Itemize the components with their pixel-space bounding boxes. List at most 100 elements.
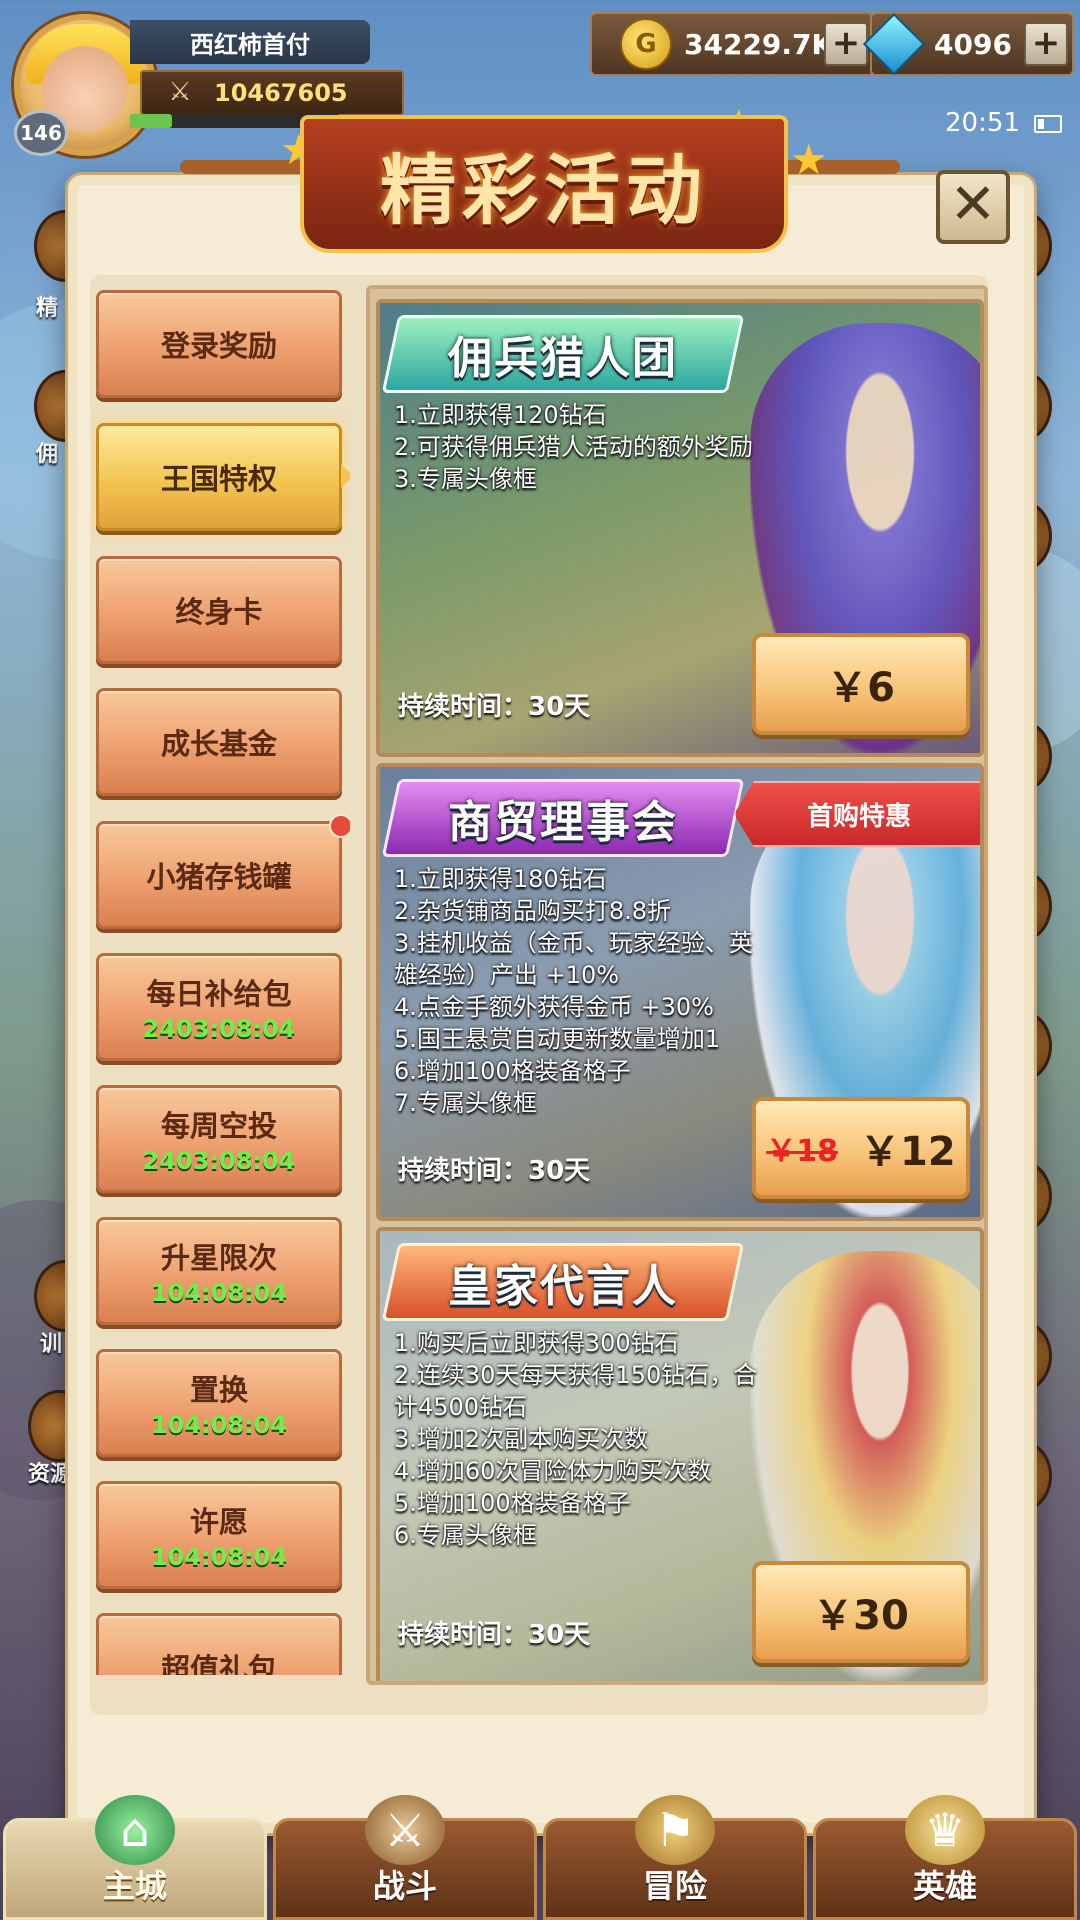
menu-item-label: 许愿 <box>189 1505 248 1539</box>
add-gold-button[interactable]: + <box>824 22 868 66</box>
menu-item-timer: 2403:08:04 <box>142 1015 296 1043</box>
notification-dot <box>329 814 350 838</box>
battery-icon <box>1034 115 1062 133</box>
benefit-item: 6.专属头像框 <box>394 1521 537 1549</box>
player-level-badge: 146 <box>14 110 68 156</box>
card-title-banner: 皇家代言人 <box>381 1243 745 1321</box>
menu-item-exchange[interactable]: 置换 104:08:04 <box>96 1349 342 1457</box>
menu-item-weekly-airdrop[interactable]: 每周空投 2403:08:04 <box>96 1085 342 1193</box>
privilege-card: 商贸理事会 首购特惠 1.立即获得180钻石 2.杂货铺商品购买打8.8折 3.… <box>376 763 984 1221</box>
buy-button[interactable]: ￥18 ￥12 <box>752 1097 970 1199</box>
benefit-item: 1.立即获得180钻石 <box>394 865 607 893</box>
menu-item-timer: 2403:08:04 <box>142 1147 296 1175</box>
benefit-item: 5.增加100格装备格子 <box>394 1489 631 1517</box>
menu-item-label: 超值礼包 <box>160 1652 277 1675</box>
duration-text: 持续时间：30天 <box>398 1156 591 1186</box>
menu-item-timer: 104:08:04 <box>150 1279 288 1307</box>
benefit-item: 计4500钻石 <box>394 1393 528 1421</box>
menu-item-label: 王国特权 <box>160 462 277 496</box>
benefit-item: 3.专属头像框 <box>394 465 537 493</box>
tab-hero[interactable]: ♛ 英雄 <box>813 1795 1077 1920</box>
benefit-item: 5.国王悬赏自动更新数量增加1 <box>394 1025 721 1053</box>
card-title-banner: 佣兵猎人团 <box>381 315 745 393</box>
benefit-item: 4.增加60次冒险体力购买次数 <box>394 1457 712 1485</box>
tab-adventure[interactable]: ⚑ 冒险 <box>543 1795 807 1920</box>
menu-item-label: 升星限次 <box>160 1241 277 1275</box>
menu-item-label: 登录奖励 <box>160 329 277 363</box>
bottom-nav: ⌂ 主城 ⚔ 战斗 ⚑ 冒险 ♛ 英雄 <box>0 1795 1080 1920</box>
menu-item-wish[interactable]: 许愿 104:08:04 <box>96 1481 342 1589</box>
player-name: 西红柿首付 <box>130 20 370 64</box>
peek-label-left-3: 训 <box>40 1332 63 1357</box>
dialog-title: 精彩活动 <box>380 146 708 235</box>
peek-label-left-1: 精 <box>36 296 59 321</box>
menu-item-login-reward[interactable]: 登录奖励 <box>96 290 342 398</box>
menu-item-kingdom-privilege[interactable]: 王国特权 <box>96 423 350 531</box>
benefit-item: 2.杂货铺商品购买打8.8折 <box>394 897 672 925</box>
menu-item-timer: 104:08:04 <box>150 1543 288 1571</box>
menu-item-label: 每日补给包 <box>146 977 292 1011</box>
menu-item-value-pack[interactable]: 超值礼包 <box>96 1613 342 1675</box>
menu-item-label: 置换 <box>189 1373 248 1407</box>
first-purchase-tag: 首购特惠 <box>734 781 980 847</box>
activity-menu: 登录奖励 王国特权 终身卡 成长基金 小猪存钱罐 每日补给包 2403:08:0… <box>92 285 350 1675</box>
benefit-item: 4.点金手额外获得金币 +30% <box>394 993 714 1021</box>
buy-button[interactable]: ￥30 <box>752 1561 970 1663</box>
power-value: 10467605 <box>214 79 348 107</box>
menu-item-piggy-bank[interactable]: 小猪存钱罐 <box>96 814 350 929</box>
tab-label: 战斗 <box>372 1867 437 1905</box>
privilege-card: 皇家代言人 1.购买后立即获得300钻石 2.连续30天每天获得150钻石，合 … <box>376 1227 984 1681</box>
benefit-item: 3.增加2次副本购买次数 <box>394 1425 649 1453</box>
benefit-item: 2.可获得佣兵猎人活动的额外奖励 <box>394 433 753 461</box>
menu-item-label: 终身卡 <box>175 595 263 629</box>
original-price: ￥18 <box>766 1134 839 1169</box>
benefit-list: 1.立即获得120钻石 2.可获得佣兵猎人活动的额外奖励 3.专属头像框 <box>394 399 834 495</box>
menu-item-lifetime-card[interactable]: 终身卡 <box>96 556 342 664</box>
benefit-item: 1.立即获得120钻石 <box>394 401 607 429</box>
benefit-item: 2.连续30天每天获得150钻石，合 <box>394 1361 758 1389</box>
close-button[interactable]: ✕ <box>936 170 1010 244</box>
star-icon: ★ <box>790 135 828 184</box>
crossed-swords-icon: ⚔ <box>168 77 192 107</box>
card-title: 佣兵猎人团 <box>448 333 678 384</box>
gold-counter: G 34229.7K + <box>590 12 874 76</box>
buy-button[interactable]: ￥6 <box>752 633 970 735</box>
benefit-item: 1.购买后立即获得300钻石 <box>394 1329 679 1357</box>
selected-arrow-icon <box>341 464 350 488</box>
price: ￥12 <box>860 1129 956 1175</box>
benefit-list: 1.立即获得180钻石 2.杂货铺商品购买打8.8折 3.挂机收益（金币、玩家经… <box>394 863 834 1119</box>
privilege-card: 佣兵猎人团 1.立即获得120钻石 2.可获得佣兵猎人活动的额外奖励 3.专属头… <box>376 299 984 757</box>
menu-item-label: 成长基金 <box>160 727 277 761</box>
gem-value: 4096 <box>934 27 1012 61</box>
menu-item-growth-fund[interactable]: 成长基金 <box>96 688 342 796</box>
price: ￥6 <box>827 665 895 711</box>
peek-label-left-2: 佣 <box>36 442 59 467</box>
menu-item-label: 小猪存钱罐 <box>146 860 292 894</box>
tab-main-city[interactable]: ⌂ 主城 <box>3 1795 267 1920</box>
peek-label-left-4: 资源 <box>28 1462 73 1487</box>
benefit-item: 雄经验）产出 +10% <box>394 961 620 989</box>
dialog-title-banner: 精彩活动 <box>300 115 788 253</box>
duration-text: 持续时间：30天 <box>398 1620 591 1650</box>
card-title-banner: 商贸理事会 <box>381 779 745 857</box>
card-title: 皇家代言人 <box>448 1261 678 1312</box>
menu-item-label: 每周空投 <box>160 1109 277 1143</box>
menu-item-daily-supply[interactable]: 每日补给包 2403:08:04 <box>96 953 342 1061</box>
menu-item-star-limit[interactable]: 升星限次 104:08:04 <box>96 1217 342 1325</box>
price: ￥30 <box>813 1593 909 1639</box>
gold-value: 34229.7K <box>684 27 834 61</box>
privilege-card-list: 佣兵猎人团 1.立即获得120钻石 2.可获得佣兵猎人活动的额外奖励 3.专属头… <box>366 285 988 1685</box>
city-icon: ⌂ <box>95 1795 175 1865</box>
adventure-icon: ⚑ <box>635 1795 715 1865</box>
diamond-icon <box>862 12 926 76</box>
tab-label: 冒险 <box>642 1867 707 1905</box>
benefit-list: 1.购买后立即获得300钻石 2.连续30天每天获得150钻石，合 计4500钻… <box>394 1327 834 1551</box>
card-title: 商贸理事会 <box>448 797 678 848</box>
xp-bar-fill <box>130 114 172 128</box>
swords-icon: ⚔ <box>365 1795 445 1865</box>
gem-counter: 4096 + <box>862 12 1074 76</box>
tab-battle[interactable]: ⚔ 战斗 <box>273 1795 537 1920</box>
duration-text: 持续时间：30天 <box>398 692 591 722</box>
add-gems-button[interactable]: + <box>1024 22 1068 66</box>
hero-icon: ♛ <box>905 1795 985 1865</box>
